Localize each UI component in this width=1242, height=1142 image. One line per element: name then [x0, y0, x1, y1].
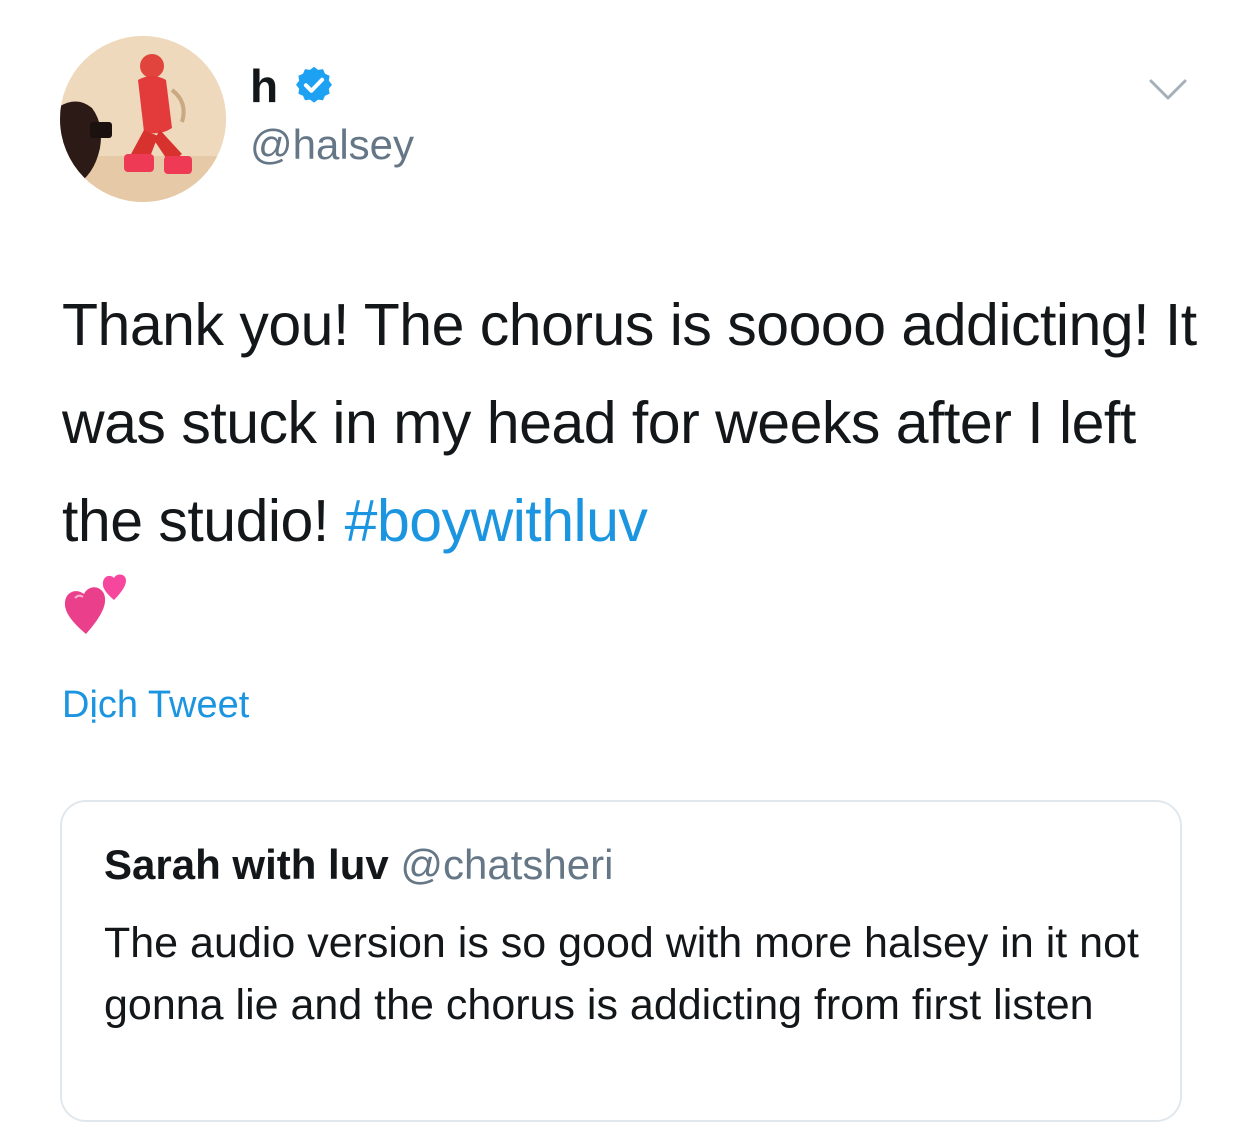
- verified-badge-icon: [296, 66, 333, 103]
- translate-tweet-link[interactable]: Dịch Tweet: [62, 680, 249, 730]
- profile-photo-icon: [60, 36, 226, 202]
- chevron-down-icon: [1149, 79, 1187, 100]
- two-hearts-icon: [64, 574, 126, 634]
- quoted-tweet-card[interactable]: Sarah with luv @chatsheri The audio vers…: [60, 800, 1182, 1122]
- author-avatar[interactable]: [60, 36, 226, 202]
- more-options-button[interactable]: [1148, 76, 1188, 104]
- tweet-body: Thank you! The chorus is soooo addicting…: [62, 276, 1212, 570]
- hashtag-link[interactable]: #boywithluv: [345, 488, 648, 554]
- author-name-row: h: [250, 58, 336, 114]
- author-display-name[interactable]: h: [250, 58, 278, 114]
- tweet-card: h @halsey Thank you! The chorus is soooo…: [0, 0, 1242, 1142]
- quoted-tweet-text: The audio version is so good with more h…: [104, 919, 1139, 1029]
- quoted-author-name: Sarah with luv: [104, 841, 389, 888]
- two-hearts-emoji: [62, 566, 134, 638]
- author-handle[interactable]: @halsey: [250, 118, 414, 172]
- quoted-tweet-header: Sarah with luv @chatsheri: [104, 838, 613, 892]
- quoted-author-handle: @chatsheri: [400, 841, 614, 888]
